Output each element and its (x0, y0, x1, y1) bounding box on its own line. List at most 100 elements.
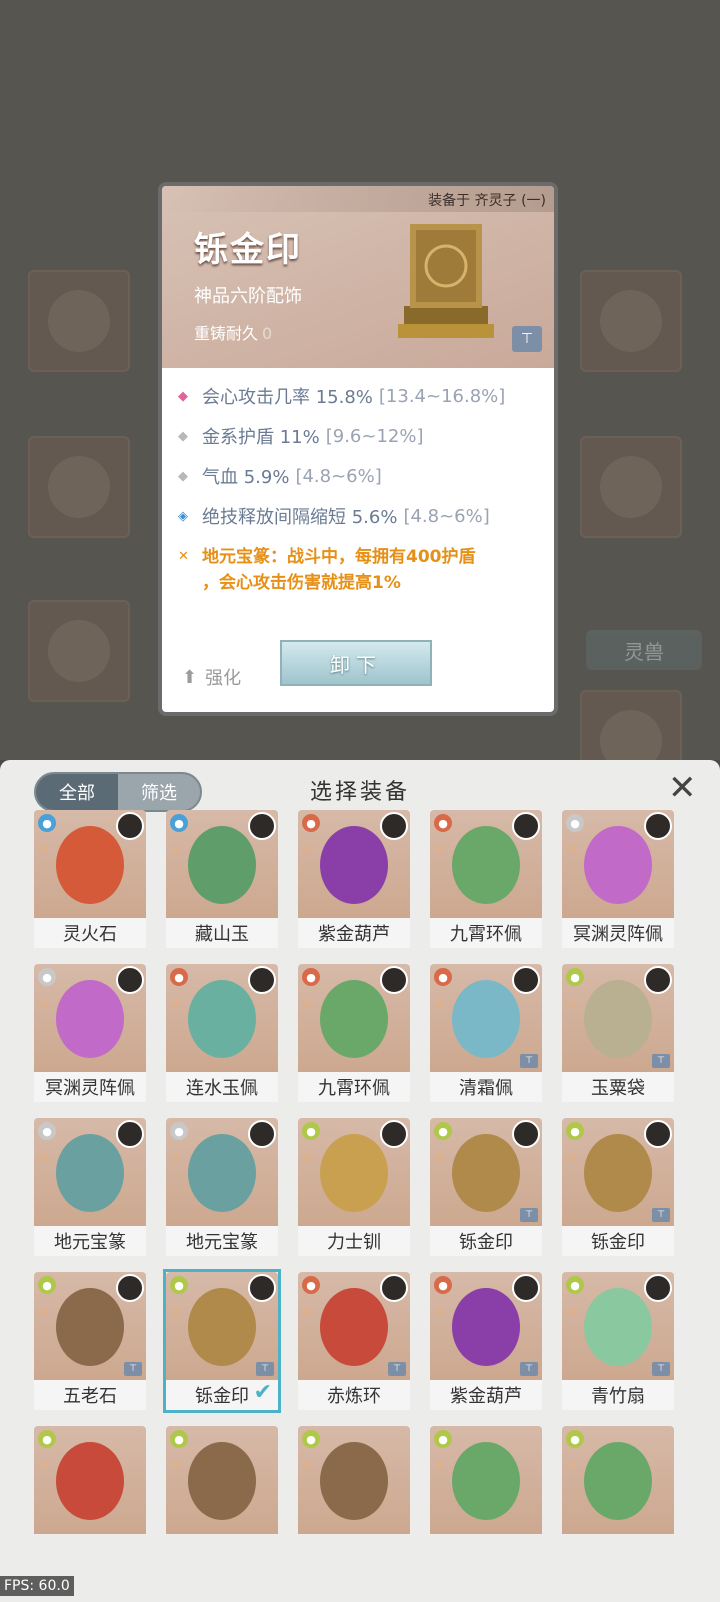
element-icon: ● (170, 814, 188, 832)
item-thumbnail: ● ✕ ⊤ (166, 1272, 278, 1380)
item-label: 地元宝篆 (166, 1226, 278, 1256)
owner-avatar (644, 1120, 672, 1148)
equipment-item[interactable]: ● ✕ 藏山玉 (166, 810, 278, 948)
special-effect: ✕ 地元宝篆：战斗中，每拥有400护盾 ，会心攻击伤害就提高1% (178, 536, 540, 600)
set-icon: ✕ (38, 1458, 50, 1474)
item-label: 玉粟袋 (562, 1072, 674, 1102)
element-icon: ● (38, 1122, 56, 1140)
item-art (320, 1288, 388, 1366)
spirit-beast-button[interactable]: 灵兽 (586, 630, 702, 670)
equipment-item[interactable]: ● ✕ ⊤ 清霜佩 (430, 964, 542, 1102)
lock-icon: ⊤ (256, 1362, 274, 1376)
equipment-item[interactable]: ● ✕ (562, 1426, 674, 1564)
equipment-item[interactable]: ● ✕ ⊤ 五老石 (34, 1272, 146, 1410)
lock-icon[interactable]: ⊤ (512, 326, 542, 352)
item-art (56, 826, 124, 904)
item-label: 紫金葫芦 (298, 918, 410, 948)
background-slot[interactable] (28, 436, 130, 538)
element-icon: ● (170, 1430, 188, 1448)
equipment-item[interactable]: ● ✕ ⊤ 青竹扇 (562, 1272, 674, 1410)
item-art (452, 1288, 520, 1366)
lock-icon: ⊤ (388, 1362, 406, 1376)
background-slot[interactable] (580, 436, 682, 538)
equipment-item[interactable]: ● ✕ (166, 1426, 278, 1564)
item-label: 青竹扇 (562, 1380, 674, 1410)
element-icon: ● (302, 814, 320, 832)
equipment-item[interactable]: ● ✕ ⊤ 玉粟袋 (562, 964, 674, 1102)
special-effect-line: 地元宝篆：战斗中，每拥有400护盾 (202, 547, 476, 567)
close-icon[interactable]: ✕ (668, 768, 697, 808)
equipment-item[interactable]: ● ✕ 九霄环佩 (430, 810, 542, 948)
owner-avatar (380, 1274, 408, 1302)
item-thumbnail: ● ✕ ⊤ (430, 1272, 542, 1380)
item-art (188, 1442, 256, 1520)
equipped-on-label: 装备于 齐灵子 (一) (428, 193, 546, 209)
item-thumbnail: ● ✕ ⊤ (562, 1118, 674, 1226)
unequip-button[interactable]: 卸下 (280, 640, 432, 686)
equipment-item[interactable]: ● ✕ ⊤ 紫金葫芦 (430, 1272, 542, 1410)
set-icon: ✕ (170, 1304, 182, 1320)
element-icon: ● (434, 1430, 452, 1448)
equipment-item[interactable]: ● ✕ 力士钏 (298, 1118, 410, 1256)
set-icon: ✕ (566, 1304, 578, 1320)
owner-avatar (116, 966, 144, 994)
slot-item-image (600, 456, 662, 518)
set-icon: ✕ (566, 842, 578, 858)
owner-avatar (644, 966, 672, 994)
item-thumbnail: ● ✕ (430, 810, 542, 918)
item-label: 九霄环佩 (298, 1072, 410, 1102)
owner-avatar (380, 966, 408, 994)
set-icon: ✕ (434, 842, 446, 858)
equipment-item[interactable]: ● ✕ 地元宝篆 (166, 1118, 278, 1256)
background-slot[interactable] (580, 270, 682, 372)
item-thumbnail: ● ✕ (166, 1118, 278, 1226)
upgrade-button[interactable]: ⬆ 强化 (182, 664, 241, 690)
diamond-icon: ◆ (178, 428, 188, 444)
item-art (56, 1134, 124, 1212)
element-icon: ● (302, 968, 320, 986)
special-effect-line: ，会心攻击伤害就提高1% (202, 573, 401, 593)
equipment-item[interactable]: ● ✕ 紫金葫芦 (298, 810, 410, 948)
equipment-item[interactable]: ● ✕ 地元宝篆 (34, 1118, 146, 1256)
slot-item-image (600, 290, 662, 352)
set-icon: ✕ (302, 996, 314, 1012)
element-icon: ● (566, 1276, 584, 1294)
equipment-item[interactable]: ● ✕ 冥渊灵阵佩 (34, 964, 146, 1102)
item-art (56, 1288, 124, 1366)
equipment-item[interactable]: ● ✕ ⊤ 铄金印 (430, 1118, 542, 1256)
stat-row: ◆ 会心攻击几率 15.8% [13.4~16.8%] (178, 376, 540, 416)
item-label: 紫金葫芦 (430, 1380, 542, 1410)
item-thumbnail: ● ✕ (298, 1118, 410, 1226)
equipment-item[interactable]: ● ✕ (298, 1426, 410, 1564)
item-thumbnail: ● ✕ (34, 1426, 146, 1534)
equipment-item[interactable]: ● ✕ 灵火石 (34, 810, 146, 948)
item-label: 赤炼环 (298, 1380, 410, 1410)
element-icon: ● (38, 1430, 56, 1448)
set-icon: ✕ (566, 1150, 578, 1166)
item-art (320, 1134, 388, 1212)
element-icon: ● (170, 1276, 188, 1294)
stat-list: ◆ 会心攻击几率 15.8% [13.4~16.8%] ◆ 金系护盾 11% [9.6~1… (178, 376, 540, 600)
equipment-item[interactable]: ● ✕ ⊤ 铄金印 (562, 1118, 674, 1256)
item-art (584, 1134, 652, 1212)
owner-avatar (116, 1274, 144, 1302)
item-label: 藏山玉 (166, 918, 278, 948)
seal-item-image (398, 224, 494, 338)
equipment-item[interactable]: ● ✕ 连水玉佩 (166, 964, 278, 1102)
item-art (320, 826, 388, 904)
equipment-item[interactable]: ● ✕ 九霄环佩 (298, 964, 410, 1102)
special-effect-icon: ✕ (178, 549, 189, 564)
element-icon: ● (566, 1430, 584, 1448)
check-icon: ✔ (253, 1380, 272, 1405)
item-art (320, 1442, 388, 1520)
equipment-item[interactable]: ● ✕ 冥渊灵阵佩 (562, 810, 674, 948)
background-slot[interactable] (28, 600, 130, 702)
diamond-icon: ◆ (178, 468, 188, 484)
equipment-item[interactable]: ● ✕ (34, 1426, 146, 1564)
equipment-item[interactable]: ● ✕ ⊤ 赤炼环 (298, 1272, 410, 1410)
equipment-item[interactable]: ● ✕ (430, 1426, 542, 1564)
equipment-item[interactable]: ● ✕ ⊤ 铄金印 ✔ (163, 1269, 281, 1413)
background-slot[interactable] (28, 270, 130, 372)
item-art (188, 826, 256, 904)
owner-avatar (512, 812, 540, 840)
